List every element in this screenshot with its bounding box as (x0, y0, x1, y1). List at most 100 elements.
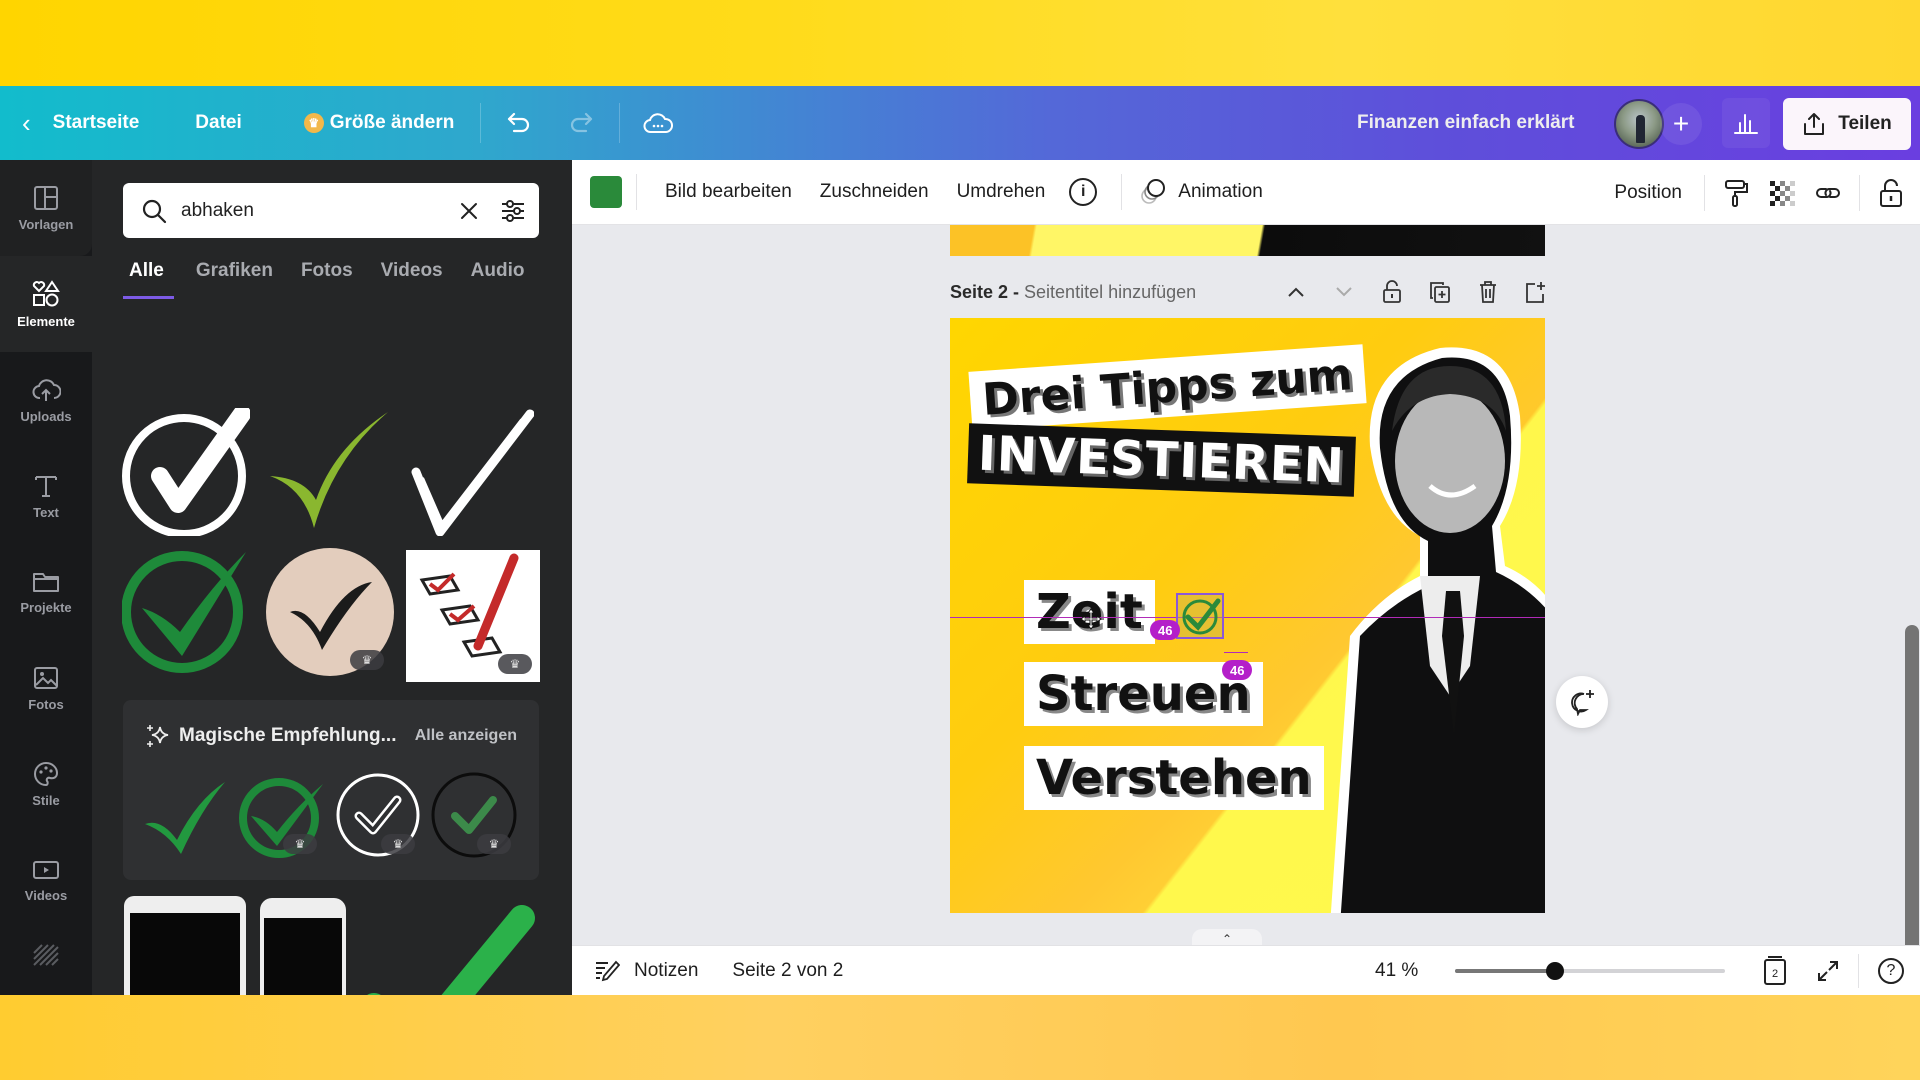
rail-item-styles[interactable]: Stile (0, 736, 92, 832)
copy-style-button[interactable] (1713, 170, 1759, 216)
fullscreen-button[interactable] (1808, 946, 1848, 996)
element-green-circle-check[interactable] (121, 546, 250, 674)
edit-image-button[interactable]: Bild bearbeiten (665, 181, 792, 203)
rail-label: Vorlagen (18, 216, 74, 232)
rail-item-elements[interactable]: Elemente (0, 256, 92, 352)
move-cursor-icon (1080, 608, 1102, 630)
pattern-icon (33, 944, 59, 966)
tip-word-verstehen[interactable]: Verstehen (1024, 746, 1324, 810)
rail-item-text[interactable]: Text (0, 448, 92, 544)
project-title[interactable]: Finanzen einfach erklärt (1357, 86, 1575, 160)
selected-check-element[interactable] (1176, 593, 1224, 639)
element-big-green-check[interactable] (354, 896, 536, 995)
insights-button[interactable] (1722, 98, 1770, 148)
element-rec-green-circle-check[interactable]: ♛ (237, 770, 327, 860)
redo-button[interactable] (561, 103, 601, 143)
tab-all[interactable]: Alle (123, 260, 174, 299)
element-tablet-mockup[interactable]: ♛ (124, 896, 246, 995)
move-page-up-button[interactable] (1272, 277, 1320, 307)
delete-page-button[interactable] (1464, 277, 1512, 307)
rail-item-projects[interactable]: Projekte (0, 544, 92, 640)
lock-button[interactable] (1868, 170, 1914, 216)
element-white-circle-check[interactable] (122, 405, 251, 538)
element-beige-circle-check[interactable]: ♛ (264, 546, 396, 678)
link-button[interactable] (1805, 170, 1851, 216)
page-grid-button[interactable]: 2 (1755, 946, 1795, 996)
position-button[interactable]: Position (1614, 182, 1682, 204)
animation-button[interactable]: Animation (1140, 178, 1263, 206)
home-button[interactable]: ‹ Startseite (22, 108, 139, 139)
rail-item-photos[interactable]: Fotos (0, 640, 92, 736)
see-all-link[interactable]: Alle anzeigen (415, 727, 517, 745)
help-button[interactable]: ? (1868, 946, 1914, 996)
expand-pages-button[interactable]: ⌃ (1192, 929, 1262, 945)
lock-page-button[interactable] (1368, 277, 1416, 307)
rail-item-templates[interactable]: Vorlagen (0, 160, 92, 256)
zoom-slider[interactable] (1455, 962, 1725, 980)
palette-icon (34, 761, 59, 786)
element-rec-green-check[interactable] (141, 770, 231, 860)
previous-page-preview[interactable] (950, 225, 1545, 256)
tab-graphics[interactable]: Grafiken (196, 260, 273, 299)
filter-button[interactable] (493, 191, 533, 231)
tab-audio[interactable]: Audio (471, 260, 525, 299)
duplicate-page-button[interactable] (1416, 277, 1464, 307)
zoom-level[interactable]: 41 % (1375, 946, 1418, 996)
left-rail: Vorlagen Elemente Uploads Text Projekte … (0, 160, 92, 995)
resize-button[interactable]: ♛ Größe ändern (303, 112, 454, 134)
premium-badge: ♛ (498, 654, 532, 674)
vertical-scrollbar[interactable] (1905, 625, 1919, 945)
checkmark-circle-icon (1182, 598, 1221, 635)
chevron-up-icon (1288, 287, 1304, 297)
element-phone-mockup[interactable]: ♛ (260, 898, 346, 995)
element-green-check[interactable] (264, 408, 392, 536)
tablet-screen (130, 913, 240, 995)
page-title-input[interactable]: Seitentitel hinzufügen (1024, 282, 1196, 303)
rail-label: Uploads (20, 408, 72, 424)
invite-button[interactable]: + (1660, 103, 1702, 145)
transparency-button[interactable] (1759, 170, 1805, 216)
element-rec-black-circle-check[interactable]: ♛ (429, 770, 519, 860)
flip-button[interactable]: Umdrehen (957, 181, 1046, 203)
page-actions (1272, 277, 1560, 307)
file-menu-button[interactable]: Datei (195, 112, 241, 134)
premium-badge: ♛ (477, 834, 511, 854)
tab-photos[interactable]: Fotos (301, 260, 353, 299)
share-upload-icon (1804, 113, 1825, 135)
info-icon: i (1081, 183, 1086, 200)
element-rec-outline-check[interactable]: ♛ (333, 770, 423, 860)
share-button[interactable]: Teilen (1783, 98, 1911, 150)
rail-item-videos[interactable]: Videos (0, 832, 92, 928)
element-checklist-photo[interactable]: ♛ (406, 550, 540, 682)
clear-search-button[interactable] (449, 191, 489, 231)
move-page-down-button[interactable] (1320, 277, 1368, 307)
search-icon (142, 199, 167, 223)
crop-button[interactable]: Zuschneiden (820, 181, 929, 203)
avatar[interactable] (1614, 99, 1664, 149)
sliders-icon (502, 199, 524, 222)
design-page[interactable]: Drei Tipps zum INVESTIEREN Zeit Streuen … (950, 318, 1545, 913)
animation-icon (1141, 179, 1166, 204)
premium-badge: ♛ (381, 834, 415, 854)
transparency-icon (1770, 180, 1795, 206)
color-swatch-button[interactable] (590, 176, 622, 208)
undo-button[interactable] (499, 103, 539, 143)
person-cutout-photo[interactable] (1270, 336, 1545, 913)
rail-item-more[interactable] (0, 928, 92, 988)
zoom-slider-handle[interactable] (1545, 962, 1564, 980)
spacing-badge: 46 (1150, 620, 1181, 640)
undo-icon (508, 112, 530, 133)
page-indicator: Seite 2 von 2 (732, 959, 844, 981)
chevron-down-icon (1336, 287, 1352, 297)
notes-button[interactable]: Notizen (594, 959, 698, 983)
search-input[interactable] (181, 199, 431, 222)
info-button[interactable]: i (1069, 178, 1098, 206)
add-comment-button[interactable] (1556, 676, 1608, 728)
element-brush-check[interactable] (406, 408, 535, 537)
bar-chart-icon (1734, 114, 1758, 134)
add-page-button[interactable] (1512, 277, 1560, 307)
cloud-save-button[interactable] (638, 103, 678, 143)
tab-videos[interactable]: Videos (381, 260, 443, 299)
rail-item-uploads[interactable]: Uploads (0, 352, 92, 448)
cloud-icon (643, 113, 674, 133)
